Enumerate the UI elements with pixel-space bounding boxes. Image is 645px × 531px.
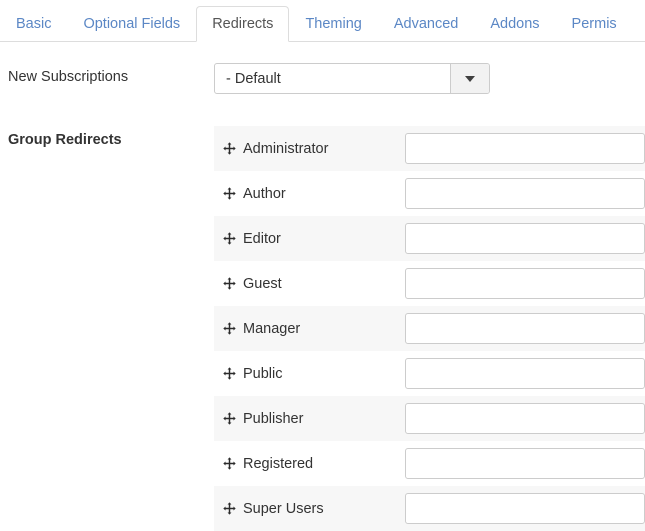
group-redirect-input[interactable] (405, 358, 645, 389)
tab-redirects[interactable]: Redirects (196, 6, 290, 42)
group-redirect-input-cell (405, 448, 645, 479)
group-redirect-row: Public (214, 351, 645, 396)
group-redirect-label: Author (243, 185, 286, 202)
tab-permis[interactable]: Permis (556, 6, 633, 42)
group-redirect-name-cell: Guest (214, 276, 405, 292)
new-subscriptions-row: New Subscriptions - Default (0, 63, 645, 94)
chevron-down-icon (465, 75, 475, 82)
group-redirect-name-cell: Super Users (214, 501, 405, 517)
group-redirect-label: Public (243, 365, 283, 382)
group-redirect-row: Super Users (214, 486, 645, 531)
group-redirect-row: Manager (214, 306, 645, 351)
group-redirect-label: Editor (243, 230, 281, 247)
tab-basic[interactable]: Basic (0, 6, 67, 42)
group-redirect-input-cell (405, 268, 645, 299)
new-subscriptions-selected-value[interactable]: - Default (215, 64, 450, 93)
group-redirect-name-cell: Registered (214, 456, 405, 472)
group-redirect-row: Publisher (214, 396, 645, 441)
group-redirect-input-cell (405, 313, 645, 344)
group-redirect-row: Guest (214, 261, 645, 306)
group-redirect-input-cell (405, 358, 645, 389)
group-redirect-name-cell: Editor (214, 231, 405, 247)
group-redirect-label: Guest (243, 275, 282, 292)
new-subscriptions-label: New Subscriptions (8, 69, 129, 85)
group-redirect-name-cell: Publisher (214, 411, 405, 427)
group-redirect-input[interactable] (405, 448, 645, 479)
group-redirect-label: Administrator (243, 140, 329, 157)
new-subscriptions-select[interactable]: - Default (214, 63, 490, 94)
move-arrows-icon[interactable] (223, 187, 236, 200)
group-redirects-list: Administrator Author Editor Guest Manager Pub… (214, 126, 645, 531)
group-redirect-name-cell: Author (214, 186, 405, 202)
redirects-panel: New Subscriptions - Default Group Redire… (0, 42, 645, 531)
group-redirect-name-cell: Public (214, 366, 405, 382)
group-redirects-control: Administrator Author Editor Guest Manager Pub… (214, 126, 645, 531)
group-redirect-input-cell (405, 133, 645, 164)
group-redirect-input-cell (405, 403, 645, 434)
tab-advanced[interactable]: Advanced (378, 6, 475, 42)
group-redirect-row: Editor (214, 216, 645, 261)
group-redirect-input[interactable] (405, 223, 645, 254)
group-redirect-label: Publisher (243, 410, 304, 427)
tab-bar: Basic Optional Fields Redirects Theming Adva… (0, 0, 645, 42)
group-redirect-input[interactable] (405, 403, 645, 434)
group-redirects-row: Group Redirects Administrator Author Edito… (0, 126, 645, 531)
move-arrows-icon[interactable] (223, 142, 236, 155)
group-redirect-input[interactable] (405, 493, 645, 524)
move-arrows-icon[interactable] (223, 232, 236, 245)
move-arrows-icon[interactable] (223, 277, 236, 290)
group-redirect-row: Author (214, 171, 645, 216)
tab-optional-fields[interactable]: Optional Fields (67, 6, 196, 42)
group-redirect-name-cell: Manager (214, 321, 405, 337)
move-arrows-icon[interactable] (223, 322, 236, 335)
group-redirect-input-cell (405, 223, 645, 254)
group-redirects-label: Group Redirects (8, 132, 122, 148)
group-redirect-label: Registered (243, 455, 314, 472)
tab-theming[interactable]: Theming (289, 6, 377, 42)
group-redirect-row: Registered (214, 441, 645, 486)
group-redirect-name-cell: Administrator (214, 141, 405, 157)
group-redirect-input[interactable] (405, 313, 645, 344)
group-redirect-label: Manager (243, 320, 301, 337)
group-redirect-input[interactable] (405, 178, 645, 209)
tab-addons[interactable]: Addons (474, 6, 555, 42)
group-redirect-input[interactable] (405, 268, 645, 299)
group-redirect-input-cell (405, 178, 645, 209)
new-subscriptions-control: - Default (214, 63, 645, 94)
move-arrows-icon[interactable] (223, 502, 236, 515)
tab-list: Basic Optional Fields Redirects Theming Adva… (0, 0, 633, 42)
group-redirect-input-cell (405, 493, 645, 524)
move-arrows-icon[interactable] (223, 412, 236, 425)
group-redirect-label: Super Users (243, 500, 324, 517)
move-arrows-icon[interactable] (223, 367, 236, 380)
group-redirect-row: Administrator (214, 126, 645, 171)
move-arrows-icon[interactable] (223, 457, 236, 470)
group-redirect-input[interactable] (405, 133, 645, 164)
new-subscriptions-dropdown-button[interactable] (450, 64, 489, 93)
